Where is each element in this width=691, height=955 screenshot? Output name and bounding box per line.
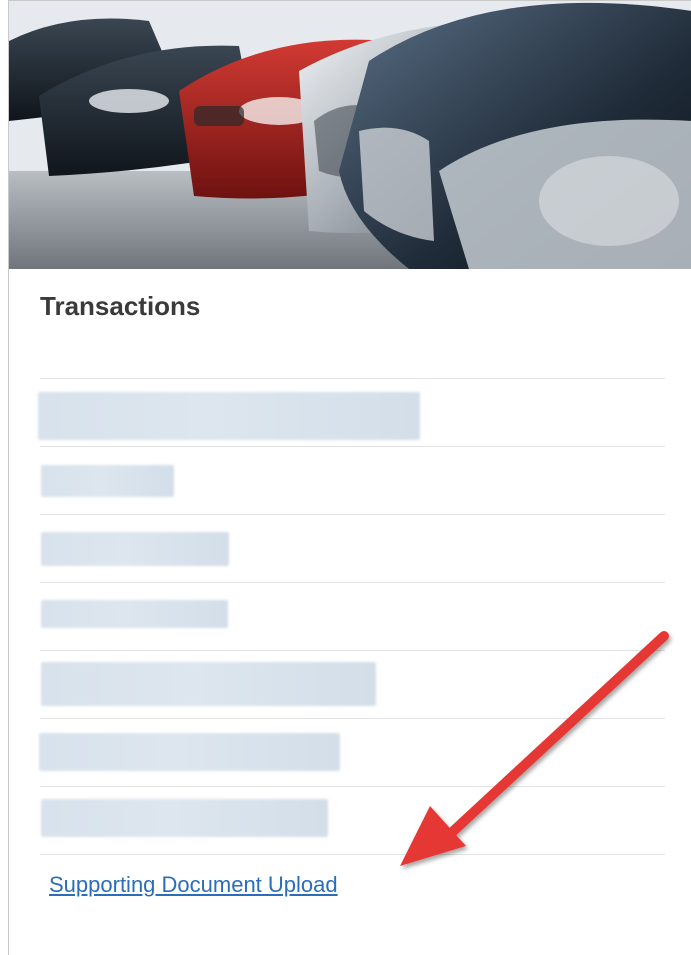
- supporting-document-upload-link[interactable]: Supporting Document Upload: [49, 872, 338, 898]
- divider: [40, 514, 665, 515]
- redacted-link-1[interactable]: [38, 392, 420, 440]
- redacted-link-3[interactable]: [41, 532, 229, 566]
- redacted-link-6[interactable]: [39, 733, 340, 771]
- divider: [40, 718, 665, 719]
- divider: [40, 650, 665, 651]
- hero-image-cars: [9, 1, 691, 269]
- redacted-link-4[interactable]: [41, 600, 228, 628]
- divider: [40, 446, 665, 447]
- divider: [40, 854, 665, 855]
- redacted-link-5[interactable]: [41, 662, 376, 706]
- page-title: Transactions: [40, 291, 201, 321]
- redacted-link-7[interactable]: [41, 799, 328, 837]
- transactions-card: Transactions Supporting Document Upload: [8, 0, 691, 955]
- divider: [40, 786, 665, 787]
- divider: [40, 582, 665, 583]
- divider: [40, 378, 665, 379]
- redacted-link-2[interactable]: [41, 465, 174, 497]
